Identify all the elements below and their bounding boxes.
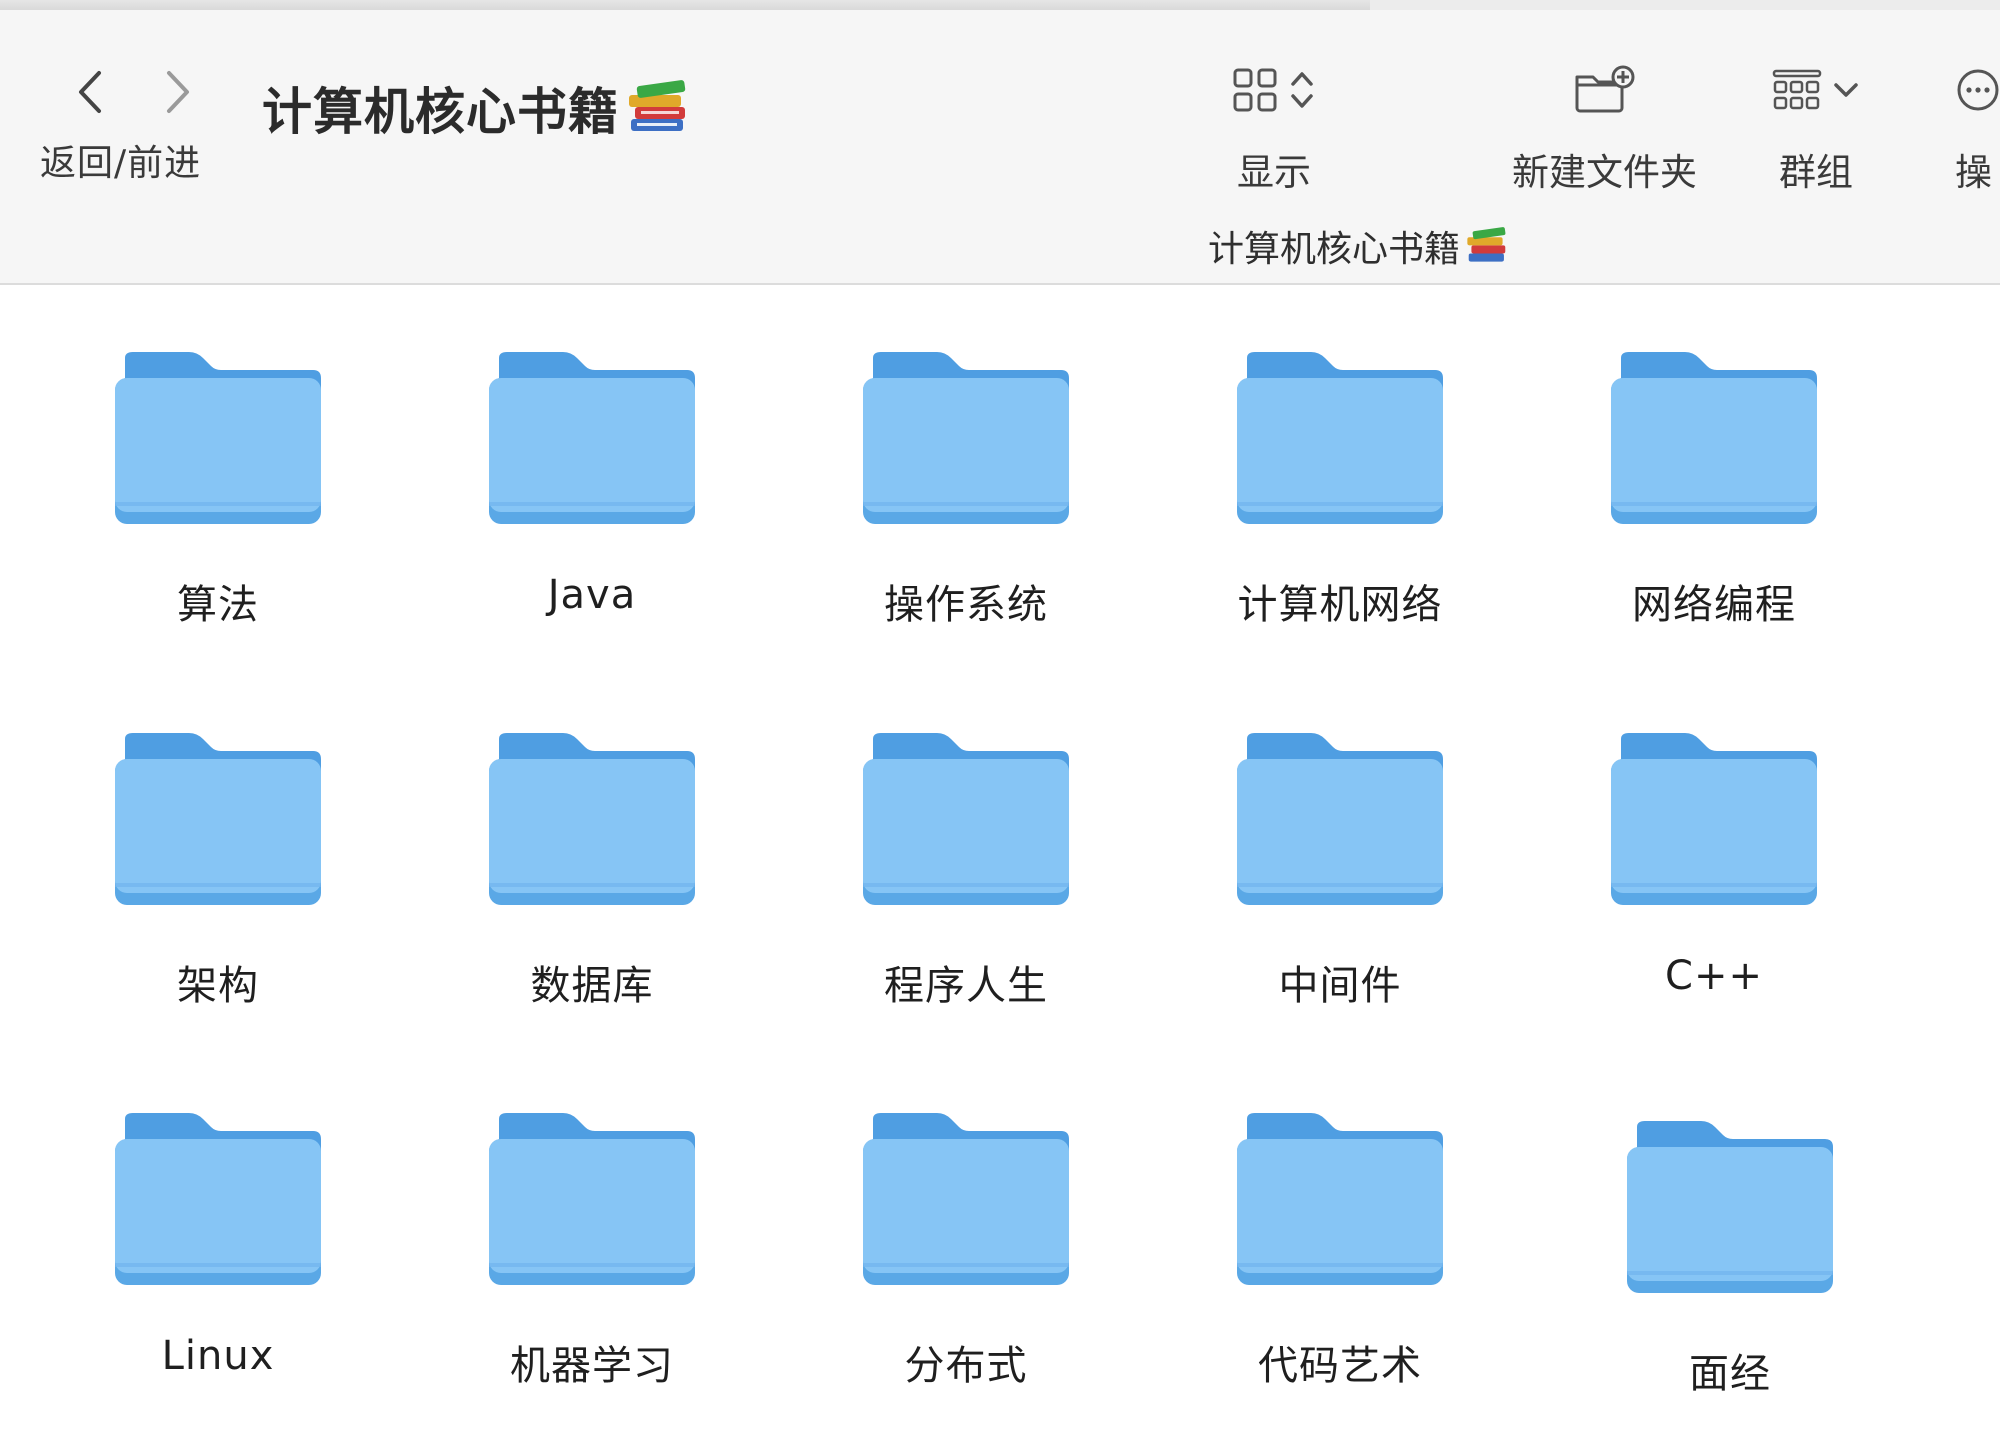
- books-emoji-icon: [1467, 227, 1506, 262]
- folder-icon: [863, 1113, 1069, 1285]
- chevron-up-down-icon: [1291, 72, 1313, 108]
- folder-item[interactable]: 数据库: [452, 733, 732, 1011]
- folder-label: 面经: [1689, 1351, 1771, 1397]
- folder-label: 程序人生: [884, 963, 1048, 1009]
- action-label: 操: [1955, 151, 1992, 194]
- chevron-left-icon: [79, 71, 101, 113]
- finder-toolbar: 返回/前进 计算机核心书籍 显示 新建文件夹 群组 操 计算机核心书籍: [0, 10, 2000, 285]
- folder-item[interactable]: 面经: [1590, 1121, 1870, 1399]
- folder-item[interactable]: C++: [1574, 733, 1854, 999]
- folder-item[interactable]: 机器学习: [452, 1113, 732, 1391]
- folder-icon: [1237, 352, 1443, 524]
- folder-icon: [115, 1113, 321, 1285]
- view-button[interactable]: 显示: [1232, 50, 1316, 196]
- group-icon: [1772, 69, 1822, 110]
- action-button[interactable]: 操: [1955, 50, 2000, 196]
- books-emoji-icon: [629, 80, 686, 131]
- folder-item[interactable]: 代码艺术: [1200, 1113, 1480, 1391]
- folder-icon: [1611, 352, 1817, 524]
- back-forward-label: 返回/前进: [40, 143, 202, 184]
- chevron-down-icon: [1834, 83, 1858, 97]
- folder-item[interactable]: 中间件: [1200, 733, 1480, 1011]
- folder-label: C++: [1665, 953, 1763, 999]
- folder-label: 数据库: [530, 963, 654, 1009]
- view-label: 显示: [1237, 151, 1311, 194]
- window-title-text: 计算机核心书籍: [262, 83, 619, 141]
- path-bar: 计算机核心书籍: [1208, 220, 1508, 272]
- new-folder-label: 新建文件夹: [1512, 151, 1697, 194]
- folder-label: 机器学习: [510, 1343, 674, 1389]
- chevron-right-icon: [167, 71, 189, 113]
- folder-icon: [1627, 1121, 1833, 1293]
- folder-item[interactable]: 网络编程: [1574, 352, 1854, 630]
- back-button[interactable]: [60, 62, 120, 122]
- folder-icon: [115, 352, 321, 524]
- folder-icon: [115, 733, 321, 905]
- path-bar-text: 计算机核心书籍: [1208, 229, 1461, 270]
- folder-icon: [489, 1113, 695, 1285]
- folder-icon: [489, 733, 695, 905]
- window-top-segment: [1370, 0, 2000, 10]
- forward-button[interactable]: [148, 62, 208, 122]
- folder-icon: [1237, 733, 1443, 905]
- group-label: 群组: [1779, 151, 1853, 194]
- folder-item[interactable]: 分布式: [826, 1113, 1106, 1391]
- folder-item[interactable]: 计算机网络: [1200, 352, 1480, 630]
- folder-label: Linux: [161, 1333, 275, 1379]
- folder-icon: [1237, 1113, 1443, 1285]
- folder-label: 中间件: [1278, 963, 1402, 1009]
- window-title: 计算机核心书籍: [262, 72, 689, 144]
- folder-label: 分布式: [904, 1343, 1028, 1389]
- group-button[interactable]: 群组: [1772, 50, 1860, 196]
- window-top-strip: [0, 0, 2000, 10]
- grid-view-icon: [1233, 68, 1277, 112]
- folder-item[interactable]: 程序人生: [826, 733, 1106, 1011]
- folder-label: 操作系统: [884, 582, 1048, 628]
- folder-label: 架构: [177, 963, 259, 1009]
- folder-label: 网络编程: [1632, 582, 1796, 628]
- folder-label: 算法: [177, 582, 259, 628]
- folder-item[interactable]: 操作系统: [826, 352, 1106, 630]
- folder-label: 代码艺术: [1258, 1343, 1422, 1389]
- new-folder-button[interactable]: 新建文件夹: [1512, 50, 1697, 196]
- ellipsis-circle-icon: [1957, 69, 1999, 111]
- folder-item[interactable]: Linux: [78, 1113, 358, 1379]
- folder-label: Java: [547, 572, 637, 618]
- folder-icon: [1611, 733, 1817, 905]
- folder-item[interactable]: Java: [452, 352, 732, 618]
- folder-grid: 算法 Java 操作系统 计算机网络 网络编程 架构 数据库 程序人生 中间件 …: [0, 285, 2000, 1453]
- folder-label: 计算机网络: [1237, 582, 1443, 628]
- folder-item[interactable]: 算法: [78, 352, 358, 630]
- new-folder-icon: [1575, 65, 1634, 113]
- folder-icon: [489, 352, 695, 524]
- folder-icon: [863, 733, 1069, 905]
- folder-item[interactable]: 架构: [78, 733, 358, 1011]
- folder-icon: [863, 352, 1069, 524]
